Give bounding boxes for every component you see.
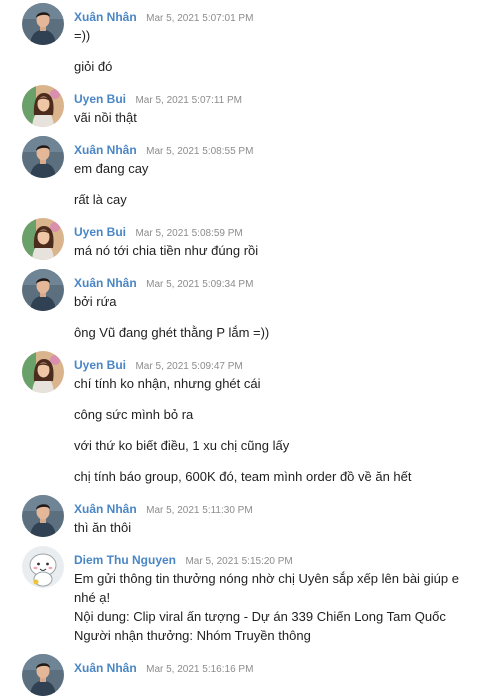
message-text: với thứ ko biết điều, 1 xu chị cũng lấy: [74, 438, 290, 453]
man-portrait-icon: [22, 654, 64, 696]
sender-name[interactable]: Xuân Nhân: [74, 661, 137, 675]
man-portrait-icon: [22, 3, 64, 45]
message-text: vãi nồi thật: [74, 110, 137, 125]
message-text: =)): [74, 28, 91, 43]
avatar-diem-thu-nguyen[interactable]: [22, 546, 64, 588]
message-header: Uyen Bui Mar 5, 2021 5:07:11 PM: [74, 90, 243, 106]
message-header: Uyen Bui Mar 5, 2021 5:08:59 PM: [74, 223, 243, 239]
message-text: Người nhận thưởng: Nhóm Truyền thông: [74, 628, 311, 643]
avatar-xuan-nhan[interactable]: [22, 3, 64, 45]
message-header: Xuân Nhân Mar 5, 2021 5:08:55 PM: [74, 141, 254, 157]
message-header: Xuân Nhân Mar 5, 2021 5:11:30 PM: [74, 500, 253, 516]
sender-name[interactable]: Xuân Nhân: [74, 10, 137, 24]
woman-portrait-icon: [22, 85, 64, 127]
message-text: Em gửi thông tin thưởng nóng nhờ chị Uyê…: [74, 571, 459, 605]
message-timestamp: Mar 5, 2021 5:07:01 PM: [146, 13, 254, 24]
man-portrait-icon: [22, 269, 64, 311]
woman-portrait-icon: [22, 218, 64, 260]
sender-name[interactable]: Xuân Nhân: [74, 502, 137, 516]
message-timestamp: Mar 5, 2021 5:07:11 PM: [135, 95, 243, 106]
message-header: Diem Thu Nguyen Mar 5, 2021 5:15:20 PM: [74, 551, 293, 567]
man-portrait-icon: [22, 136, 64, 178]
sender-name[interactable]: Uyen Bui: [74, 92, 126, 106]
message-text: giỏi đó: [74, 59, 113, 74]
message-text: rất là cay: [74, 192, 127, 207]
message-text: má nó tới chia tiền như đúng rồi: [74, 243, 259, 258]
message-text: ông Vũ đang ghét thằng P lắm =)): [74, 325, 270, 340]
message-header: Xuân Nhân Mar 5, 2021 5:09:34 PM: [74, 274, 254, 290]
sender-name[interactable]: Diem Thu Nguyen: [74, 553, 176, 567]
message-timestamp: Mar 5, 2021 5:08:55 PM: [146, 146, 254, 157]
sender-name[interactable]: Xuân Nhân: [74, 276, 137, 290]
message-text: Nội dung: Clip viral ấn tượng - Dự án 33…: [74, 609, 446, 624]
message-text: bởi rứa: [74, 294, 117, 309]
woman-portrait-icon: [22, 351, 64, 393]
avatar-uyen-bui[interactable]: [22, 351, 64, 393]
message-timestamp: Mar 5, 2021 5:15:20 PM: [185, 556, 293, 567]
cartoon-character-icon: [22, 546, 64, 588]
avatar-uyen-bui[interactable]: [22, 85, 64, 127]
man-portrait-icon: [22, 495, 64, 537]
message-timestamp: Mar 5, 2021 5:09:34 PM: [146, 279, 254, 290]
sender-name[interactable]: Uyen Bui: [74, 358, 126, 372]
message-header: Xuân Nhân Mar 5, 2021 5:07:01 PM: [74, 8, 254, 24]
message-text: chí tính ko nhận, nhưng ghét cái: [74, 376, 261, 391]
message-timestamp: Mar 5, 2021 5:11:30 PM: [146, 505, 253, 516]
message-header: Uyen Bui Mar 5, 2021 5:09:47 PM: [74, 356, 243, 372]
avatar-xuan-nhan[interactable]: [22, 495, 64, 537]
avatar-xuan-nhan[interactable]: [22, 136, 64, 178]
message-text: thì ăn thôi: [74, 520, 132, 535]
sender-name[interactable]: Xuân Nhân: [74, 143, 137, 157]
sender-name[interactable]: Uyen Bui: [74, 225, 126, 239]
avatar-xuan-nhan[interactable]: [22, 269, 64, 311]
avatar-xuan-nhan[interactable]: [22, 654, 64, 696]
avatar-uyen-bui[interactable]: [22, 218, 64, 260]
message-timestamp: Mar 5, 2021 5:09:47 PM: [135, 361, 243, 372]
message-text: em đang cay: [74, 161, 149, 176]
message-timestamp: Mar 5, 2021 5:16:16 PM: [146, 664, 254, 675]
message-text: chị tính báo group, 600K đó, team mình o…: [74, 469, 412, 484]
message-timestamp: Mar 5, 2021 5:08:59 PM: [135, 228, 243, 239]
message-text: công sức mình bỏ ra: [74, 407, 194, 422]
